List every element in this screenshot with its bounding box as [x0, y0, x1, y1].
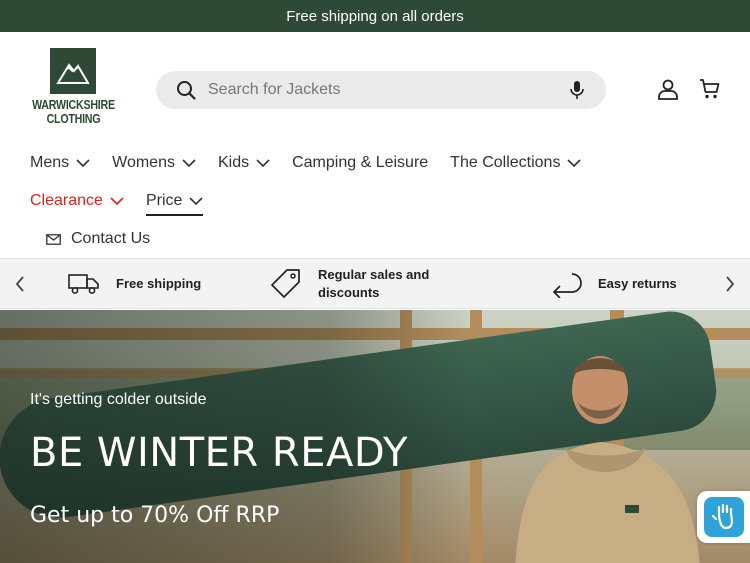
nav-item-womens[interactable]: Womens — [112, 144, 196, 182]
usp-carousel: Free shipping Regular sales and discount… — [0, 258, 750, 309]
hero-subtitle: Get up to 70% Off RRP — [30, 503, 280, 528]
nav-item-camping-leisure[interactable]: Camping & Leisure — [292, 144, 428, 182]
chevron-down-icon — [76, 159, 90, 167]
account-icon[interactable] — [656, 77, 680, 101]
nav-item-contact-us[interactable]: Contact Us — [30, 220, 730, 258]
hero-model-illustration — [515, 356, 700, 563]
chevron-down-icon — [256, 159, 270, 167]
nav-row-1: Mens Womens Kids Camping & Leisure The C… — [30, 144, 730, 182]
nav-label: Mens — [30, 154, 70, 171]
usp-regular-sales: Regular sales and discounts — [270, 266, 429, 302]
microphone-icon[interactable] — [566, 79, 588, 101]
hero-banner[interactable]: It's getting colder outside BE WINTER RE… — [0, 310, 750, 563]
nav-item-price[interactable]: Price — [145, 182, 204, 220]
nav-item-kids[interactable]: Kids — [218, 144, 270, 182]
nav-label: Price — [145, 192, 183, 209]
usp-label-line1: Regular sales and — [318, 267, 430, 282]
logo-line2: CLOTHING — [46, 111, 100, 126]
chevron-down-icon — [567, 159, 582, 167]
accessibility-hand-icon — [703, 497, 744, 537]
logo-line1: WARWICKSHIRE — [31, 97, 115, 112]
logo[interactable]: WARWICKSHIRE CLOTHING — [30, 48, 116, 126]
nav-item-mens[interactable]: Mens — [30, 144, 90, 182]
usp-label-line2: discounts — [318, 285, 380, 300]
chevron-down-icon — [189, 197, 203, 205]
nav-label: Womens — [112, 154, 175, 171]
truck-icon — [68, 273, 100, 295]
search-icon[interactable] — [176, 79, 198, 101]
nav-item-clearance[interactable]: Clearance — [30, 182, 124, 220]
tag-icon — [270, 268, 302, 300]
usp-label: Regular sales and discounts — [318, 266, 429, 302]
chevron-down-icon — [110, 197, 124, 205]
usp-easy-returns: Easy returns — [550, 270, 677, 298]
hero-title: BE WINTER READY — [30, 430, 408, 476]
nav-item-collections[interactable]: The Collections — [450, 144, 582, 182]
accessibility-widget-button[interactable] — [697, 491, 750, 543]
nav-label: Kids — [217, 154, 250, 171]
chevron-down-icon — [182, 159, 196, 167]
search-bar[interactable] — [156, 71, 606, 109]
announcement-bar: Free shipping on all orders — [0, 0, 750, 32]
site-header: WARWICKSHIRE CLOTHING — [0, 32, 750, 144]
main-navigation: Mens Womens Kids Camping & Leisure The C… — [30, 144, 730, 258]
cart-icon[interactable] — [698, 77, 722, 101]
nav-label: Contact Us — [71, 230, 151, 247]
logo-wordmark: WARWICKSHIRE CLOTHING — [32, 98, 115, 126]
mountain-logo-icon — [50, 48, 96, 94]
chevron-left-icon[interactable] — [10, 273, 30, 295]
nav-row-2: Clearance Price — [30, 182, 730, 220]
mail-icon — [46, 233, 61, 245]
nav-label: The Collections — [450, 154, 561, 171]
chevron-right-icon[interactable] — [720, 273, 740, 295]
usp-free-shipping: Free shipping — [68, 273, 201, 295]
return-arrow-icon — [550, 270, 582, 298]
usp-label: Free shipping — [116, 276, 202, 291]
search-input[interactable] — [208, 81, 566, 99]
nav-label: Clearance — [30, 192, 103, 209]
header-icons — [656, 77, 722, 101]
hero-kicker: It's getting colder outside — [30, 391, 207, 408]
announcement-text: Free shipping on all orders — [286, 7, 464, 25]
nav-label: Camping & Leisure — [292, 154, 429, 171]
usp-label: Easy returns — [598, 276, 677, 291]
